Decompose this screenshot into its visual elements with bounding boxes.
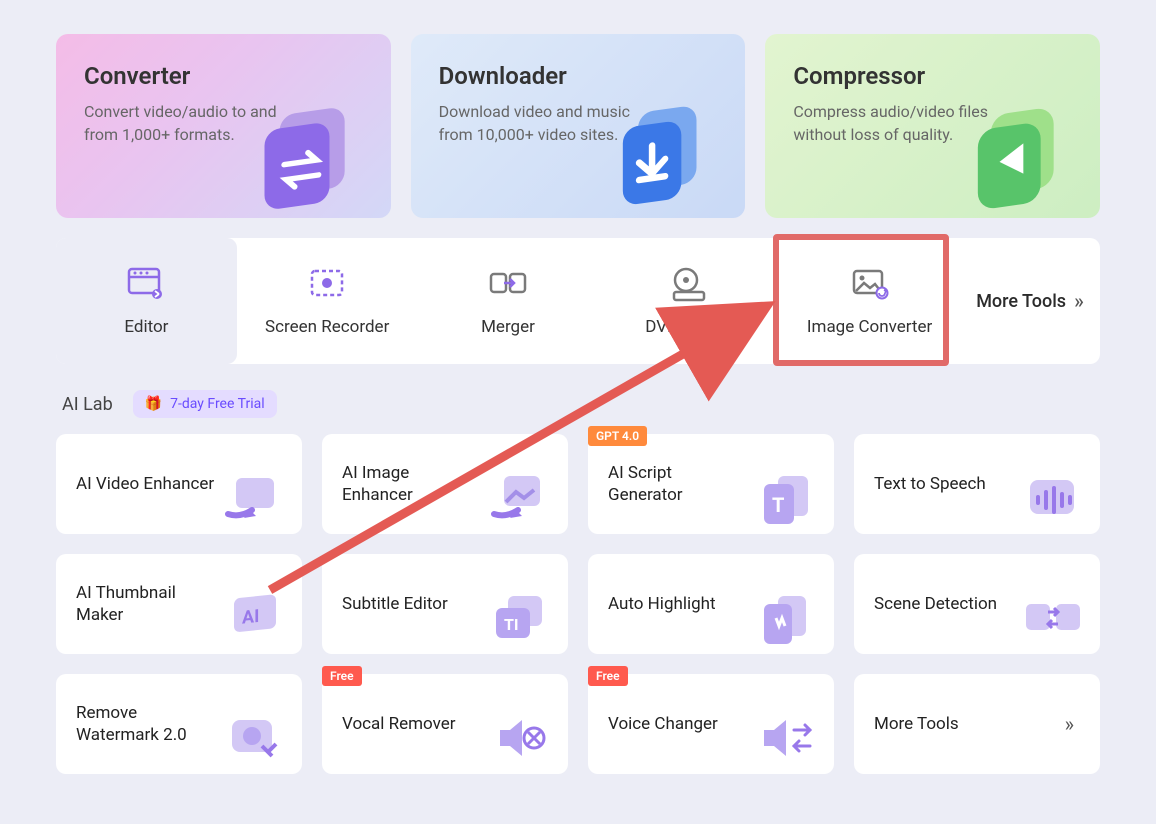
cell-label: AI Video Enhancer [76,473,214,495]
voice-changer-icon [752,710,822,766]
tool-screen-recorder[interactable]: Screen Recorder [237,238,418,364]
vocal-remover-icon [486,710,556,766]
auto-highlight-icon [752,590,822,646]
cell-label: More Tools [874,713,959,735]
image-converter-icon [849,265,891,303]
cell-voice-changer[interactable]: Free Voice Changer [588,674,834,774]
tool-editor[interactable]: Editor [56,238,237,364]
trial-label: 7-day Free Trial [170,396,264,412]
card-downloader-title: Downloader [439,62,718,90]
tool-merger-label: Merger [481,317,535,337]
tool-image-converter-label: Image Converter [807,317,932,337]
chevron-double-right-icon: » [1074,289,1084,313]
cell-scene-detection[interactable]: Scene Detection [854,554,1100,654]
cell-label: Subtitle Editor [342,593,448,615]
tool-merger[interactable]: Merger [418,238,599,364]
cell-label: AI Image Enhancer [342,462,482,506]
tag-free: Free [322,666,362,686]
cell-ai-video-enhancer[interactable]: AI Video Enhancer [56,434,302,534]
toolbar-more-label: More Tools [976,291,1066,312]
svg-text:T: T [772,493,784,517]
chevron-double-right-icon: » [1065,712,1074,736]
tool-image-converter[interactable]: Image Converter [779,238,960,364]
cell-subtitle-editor[interactable]: Subtitle Editor TI [322,554,568,654]
cell-label: Auto Highlight [608,593,716,615]
thumbnail-maker-icon: AI [220,590,290,646]
ailab-title: AI Lab [62,394,113,415]
scene-detection-icon [1018,590,1088,646]
tool-dvd-burner-label: DVD Burner [645,317,732,337]
cell-label: AI Thumbnail Maker [76,582,216,626]
text-to-speech-icon [1018,470,1088,526]
toolbar-more-tools[interactable]: More Tools » [960,238,1100,364]
cell-ai-image-enhancer[interactable]: AI Image Enhancer [322,434,568,534]
card-compressor-title: Compressor [793,62,1072,90]
downloader-icon [599,96,729,218]
toolbar: Editor Screen Recorder Merger [56,238,1100,364]
gift-icon: 🎁 [145,396,162,412]
card-converter[interactable]: Converter Convert video/audio to and fro… [56,34,391,218]
video-enhancer-icon [220,470,290,526]
tool-editor-label: Editor [124,317,168,337]
tool-screen-recorder-label: Screen Recorder [265,317,389,337]
cell-label: AI Script Generator [608,462,748,506]
ailab-grid: AI Video Enhancer AI Image Enhancer GPT … [56,434,1100,774]
card-compressor[interactable]: Compressor Compress audio/video files wi… [765,34,1100,218]
tag-free: Free [588,666,628,686]
screen-recorder-icon [306,265,348,303]
dvd-burner-icon [668,265,710,303]
svg-text:AI: AI [242,606,259,629]
editor-icon [125,265,167,303]
cell-ai-script-generator[interactable]: GPT 4.0 AI Script Generator T [588,434,834,534]
merger-icon [487,265,529,303]
image-enhancer-icon [486,470,556,526]
cell-ai-thumbnail-maker[interactable]: AI Thumbnail Maker AI [56,554,302,654]
cell-label: Scene Detection [874,593,997,615]
cell-more-tools[interactable]: More Tools » [854,674,1100,774]
converter-icon [245,96,375,218]
card-converter-title: Converter [84,62,363,90]
compressor-icon [954,96,1084,218]
tag-gpt: GPT 4.0 [588,426,647,446]
remove-watermark-icon [220,710,290,766]
svg-text:TI: TI [504,615,519,634]
cell-label: Text to Speech [874,473,986,495]
tool-dvd-burner[interactable]: DVD Burner [598,238,779,364]
cell-label: Remove Watermark 2.0 [76,702,216,746]
cell-text-to-speech[interactable]: Text to Speech [854,434,1100,534]
script-generator-icon: T [752,470,822,526]
cell-label: Voice Changer [608,713,718,735]
card-downloader[interactable]: Downloader Download video and music from… [411,34,746,218]
cell-label: Vocal Remover [342,713,456,735]
cell-auto-highlight[interactable]: Auto Highlight [588,554,834,654]
cell-vocal-remover[interactable]: Free Vocal Remover [322,674,568,774]
cell-remove-watermark[interactable]: Remove Watermark 2.0 [56,674,302,774]
trial-badge[interactable]: 🎁 7-day Free Trial [133,390,277,418]
subtitle-editor-icon: TI [486,590,556,646]
